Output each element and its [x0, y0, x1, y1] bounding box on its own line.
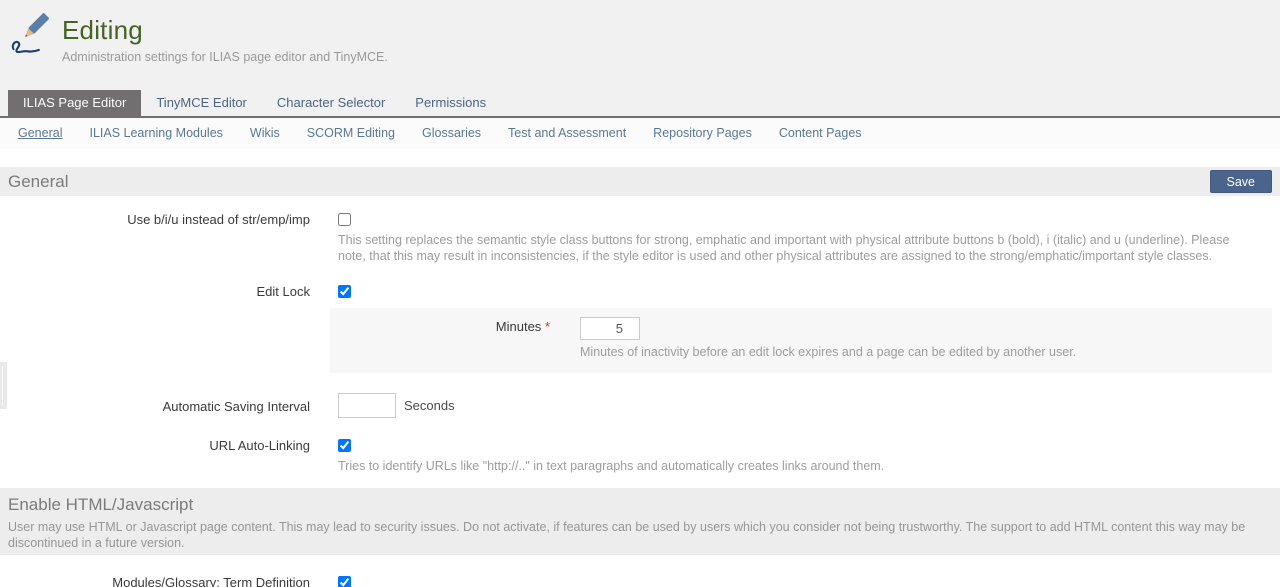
- glossary-term-definition-checkbox[interactable]: [338, 576, 351, 587]
- tab-tinymce-editor[interactable]: TinyMCE Editor: [141, 90, 262, 116]
- url-autolink-label: URL Auto-Linking: [0, 436, 310, 474]
- subtabbar: General ILIAS Learning Modules Wikis SCO…: [0, 118, 1280, 149]
- page-title: Editing: [62, 16, 388, 45]
- html-js-section-header: Enable HTML/Javascript User may use HTML…: [0, 488, 1280, 555]
- subtab-test-and-assessment[interactable]: Test and Assessment: [508, 126, 626, 140]
- row-edit-lock: Edit Lock: [0, 282, 1280, 301]
- row-autosave: Automatic Saving Interval Seconds: [0, 393, 1280, 418]
- required-asterisk: *: [545, 319, 550, 334]
- minutes-input[interactable]: [580, 317, 640, 340]
- edit-lock-subpanel: Minutes * Minutes of inactivity before a…: [330, 308, 1272, 373]
- subtab-general[interactable]: General: [18, 126, 62, 140]
- general-form: Use b/i/u instead of str/emp/imp This se…: [0, 196, 1280, 488]
- row-biu: Use b/i/u instead of str/emp/imp This se…: [0, 210, 1280, 264]
- biu-label: Use b/i/u instead of str/emp/imp: [0, 210, 310, 264]
- biu-checkbox[interactable]: [338, 213, 351, 226]
- biu-description: This setting replaces the semantic style…: [338, 232, 1256, 264]
- drawer-handle-line: [2, 366, 3, 405]
- html-js-section-description: User may use HTML or Javascript page con…: [8, 519, 1266, 551]
- autosave-label: Automatic Saving Interval: [0, 393, 310, 418]
- autosave-suffix: Seconds: [404, 398, 455, 413]
- url-autolink-checkbox[interactable]: [338, 439, 351, 452]
- page-header: Editing Administration settings for ILIA…: [0, 0, 1280, 90]
- minutes-description: Minutes of inactivity before an edit loc…: [580, 344, 1076, 360]
- subtab-ilias-learning-modules[interactable]: ILIAS Learning Modules: [89, 126, 222, 140]
- autosave-input[interactable]: [338, 393, 396, 418]
- general-section-title: General: [8, 172, 68, 192]
- edit-lock-checkbox[interactable]: [338, 285, 351, 298]
- tab-ilias-page-editor[interactable]: ILIAS Page Editor: [8, 90, 141, 116]
- left-drawer-handle[interactable]: [0, 362, 7, 409]
- subtab-wikis[interactable]: Wikis: [250, 126, 280, 140]
- html-js-form: Modules/Glossary: Term Definition: [0, 555, 1280, 587]
- tab-permissions[interactable]: Permissions: [400, 90, 501, 116]
- row-url-autolink: URL Auto-Linking Tries to identify URLs …: [0, 436, 1280, 474]
- main-tabbar: ILIAS Page Editor TinyMCE Editor Charact…: [0, 90, 1280, 118]
- tab-character-selector[interactable]: Character Selector: [262, 90, 400, 116]
- glossary-term-definition-label: Modules/Glossary: Term Definition: [0, 573, 310, 587]
- minutes-label: Minutes *: [330, 317, 550, 360]
- subtab-repository-pages[interactable]: Repository Pages: [653, 126, 752, 140]
- edit-lock-label: Edit Lock: [0, 282, 310, 301]
- page-subtitle: Administration settings for ILIAS page e…: [62, 50, 388, 64]
- url-autolink-description: Tries to identify URLs like "http://.." …: [338, 458, 1256, 474]
- save-button[interactable]: Save: [1210, 170, 1273, 193]
- subtab-scorm-editing[interactable]: SCORM Editing: [307, 126, 395, 140]
- pencil-edit-icon: [10, 12, 52, 60]
- subtab-glossaries[interactable]: Glossaries: [422, 126, 481, 140]
- html-js-section-title: Enable HTML/Javascript: [8, 495, 1270, 515]
- general-section-header: General Save: [0, 167, 1280, 196]
- row-glossary-term-definition: Modules/Glossary: Term Definition: [0, 573, 1280, 587]
- subtab-content-pages[interactable]: Content Pages: [779, 126, 862, 140]
